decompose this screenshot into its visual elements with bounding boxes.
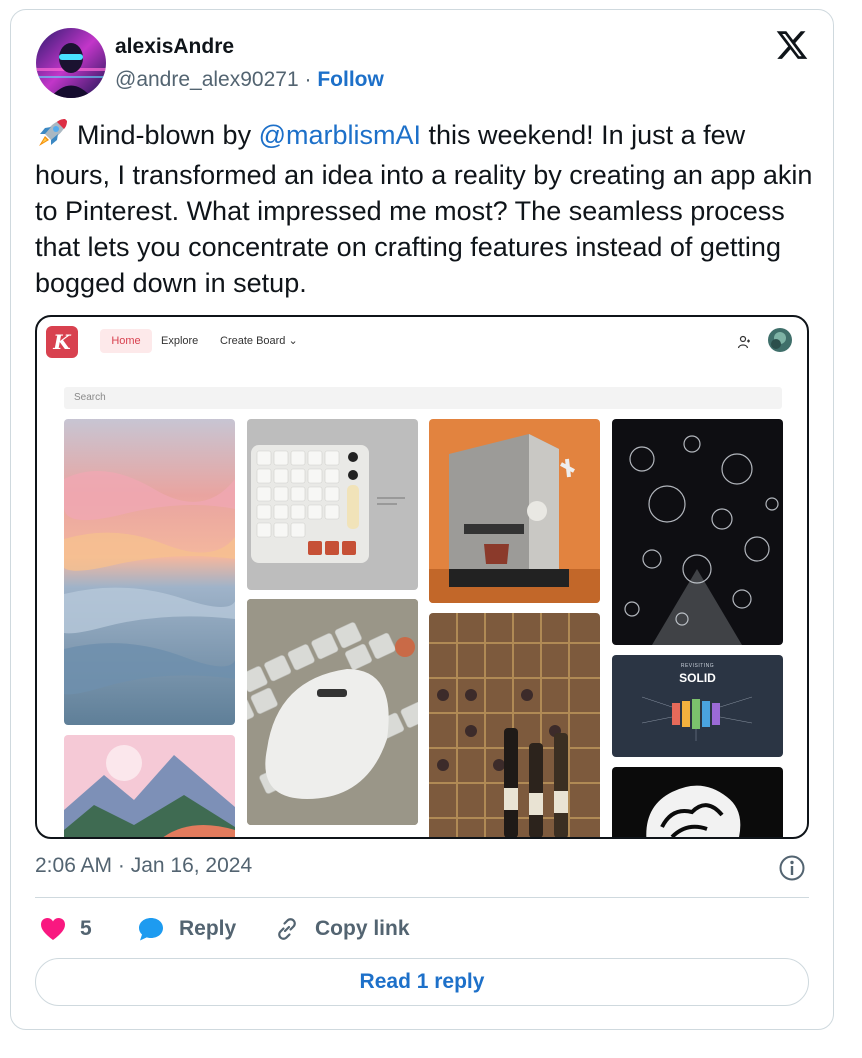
divider [35,897,809,898]
author-handle[interactable]: @andre_alex90271 [115,68,299,91]
author-avatar[interactable] [36,28,106,98]
mountain-art-tile [64,735,235,837]
user-icon [737,335,750,349]
app-logo: K [46,326,78,358]
nav-home: Home [100,329,152,353]
espresso-machine-tile [429,419,600,603]
solid-slide-tile: REVISITING SOLID [612,655,783,757]
read-reply-button[interactable]: Read 1 reply [35,958,809,1006]
like-count: 5 [80,917,92,940]
painting-tile [64,419,235,725]
app-search-input: Search [64,387,782,409]
author-handle-row: @andre_alex90271 · Follow [115,68,384,92]
nav-create-board: Create Board ⌄ [220,329,298,353]
reply-label: Reply [179,917,237,940]
heart-icon [41,918,65,940]
chevron-down-icon: ⌄ [288,335,298,347]
app-user-avatar [768,328,792,352]
copy-link-button[interactable]: Copy link [273,912,410,946]
keyboard-mouse-tile [247,599,418,825]
link-icon [278,918,296,940]
nav-create-board-label: Create Board [220,335,286,347]
rocket-icon [35,118,69,157]
tweet-text-start: Mind-blown by [77,120,259,150]
author-name[interactable]: alexisAndre [115,35,234,59]
timestamp[interactable]: 2:06 AM · Jan 16, 2024 [35,854,252,878]
brain-tile [612,767,783,837]
like-button[interactable]: 5 [40,912,92,946]
follow-button[interactable]: Follow [317,68,384,91]
mention-link[interactable]: @marblismAI [259,120,421,150]
keyboard-tile [247,419,418,590]
x-logo-icon[interactable] [774,28,810,62]
nav-explore: Explore [161,335,199,347]
copy-link-label: Copy link [315,917,410,940]
reply-button[interactable]: Reply [137,912,236,946]
reply-bubble-icon [139,918,163,941]
info-icon[interactable] [778,854,806,882]
media-screenshot[interactable]: K Home Explore Create Board ⌄ Search REV… [35,315,809,839]
tweet-text: Mind-blown by @marblismAI this weekend! … [35,117,815,301]
wine-rack-tile [429,613,600,837]
separator: · [304,68,312,91]
bubbles-tile [612,419,783,645]
